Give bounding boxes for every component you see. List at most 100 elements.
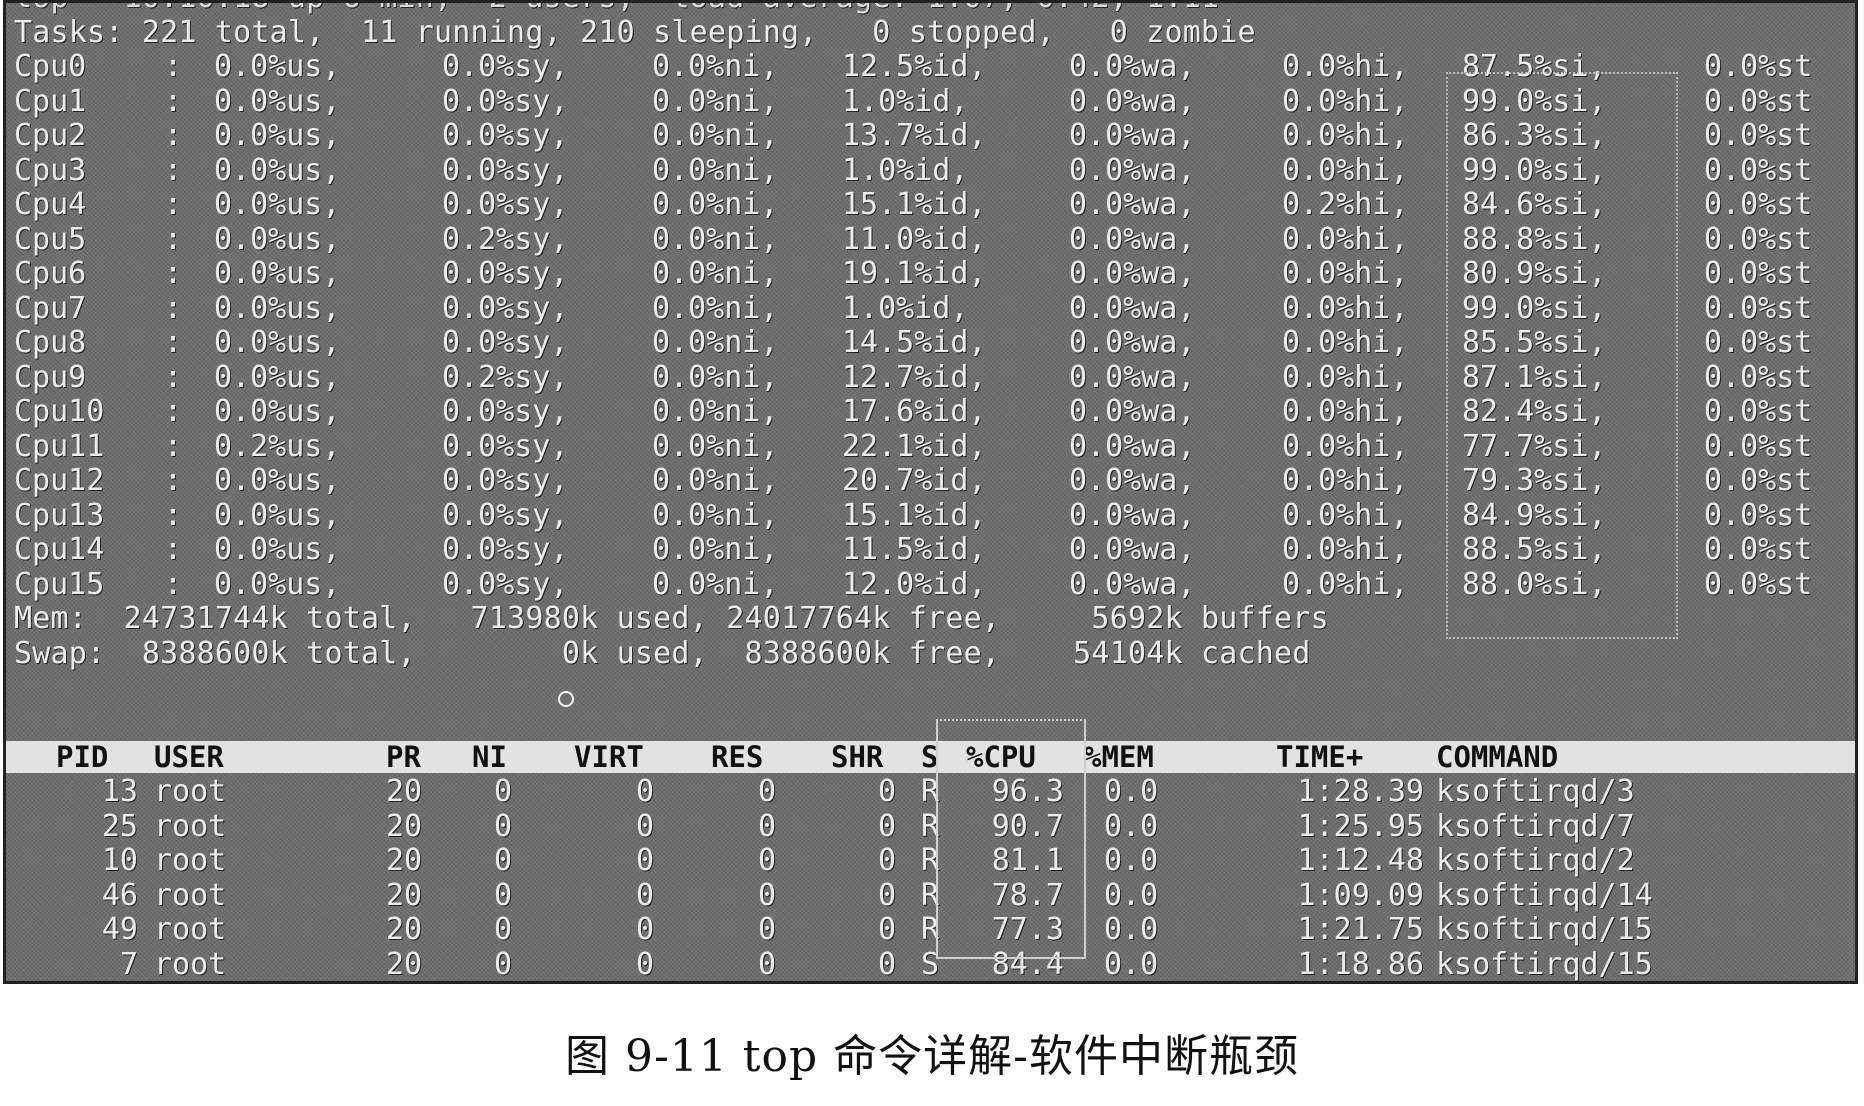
- cpu-wa: 0.0%wa,: [1069, 325, 1196, 360]
- cpu-sy: 0.2%sy,: [442, 221, 569, 257]
- cpu-us: 0.0%us,: [214, 187, 341, 222]
- cpu-wa: 0.0%wa,: [1069, 497, 1196, 533]
- cpu-st: 0.0%st: [1704, 152, 1813, 188]
- cell-pr: 20: [386, 877, 423, 913]
- cpu-st: 0.0%st: [1704, 83, 1813, 119]
- cpu-hi: 0.0%hi,: [1282, 118, 1409, 153]
- cpu-sy: 0.0%sy,: [442, 152, 569, 188]
- circle-mark: [558, 691, 574, 707]
- cpu-row: Cpu12:0.0%us, 0.0%sy, 0.0%ni, 20.7%id, 0.0%w…: [14, 463, 1847, 499]
- cpu-colon: :: [164, 83, 183, 119]
- cpu-ni: 0.0%ni,: [652, 532, 779, 567]
- cpu-sy: 0.0%sy,: [442, 394, 569, 429]
- cpu-colon: :: [164, 221, 183, 257]
- col-mem: %MEM: [1084, 740, 1154, 774]
- mem-line: Mem: 24731744k total, 713980k used, 2401…: [14, 601, 1329, 636]
- cell-mem: 0.0: [1104, 946, 1159, 982]
- cpu-st: 0.0%st: [1704, 394, 1813, 429]
- cell-command: ksoftirqd/2: [1436, 843, 1635, 878]
- cpu-row: Cpu8:0.0%us, 0.0%sy, 0.0%ni, 14.5%id, 0.0%wa…: [14, 325, 1847, 361]
- cell-s: R: [921, 877, 940, 913]
- cpu-wa: 0.0%wa,: [1069, 290, 1196, 326]
- cell-command: ksoftirqd/14: [1436, 877, 1653, 913]
- cpu-wa: 0.0%wa,: [1069, 152, 1196, 188]
- cpu-ni: 0.0%ni,: [652, 221, 779, 257]
- cpu-name: Cpu15: [14, 566, 105, 602]
- cpu-colon: :: [164, 290, 183, 326]
- cpu-hi: 0.0%hi,: [1282, 428, 1409, 464]
- cpu-colon: :: [164, 497, 183, 533]
- cell-user: root: [154, 877, 227, 913]
- cpu-us: 0.0%us,: [214, 221, 341, 257]
- cpu-row: Cpu9:0.0%us, 0.2%sy, 0.0%ni, 12.7%id, 0.0%wa…: [14, 359, 1847, 396]
- cpu-sy: 0.0%sy,: [442, 325, 569, 360]
- swap-line: Swap: 8388600k total, 0k used, 8388600k …: [14, 635, 1311, 671]
- cell-time: 1:09.09: [1297, 877, 1424, 913]
- cpu-sy: 0.0%sy,: [442, 49, 569, 84]
- cpu-name: Cpu7: [14, 290, 87, 326]
- cpu-us: 0.0%us,: [214, 566, 341, 602]
- cpu-name: Cpu12: [14, 463, 105, 498]
- cpu-ni: 0.0%ni,: [652, 394, 779, 429]
- cell-pr: 20: [386, 774, 423, 809]
- cell-res: 0: [758, 774, 777, 809]
- cpu-colon: :: [164, 463, 183, 498]
- cpu-name: Cpu1: [14, 83, 87, 119]
- figure-caption: 图 9-11 top 命令详解-软件中断瓶颈: [564, 1031, 1299, 1082]
- cpu-us: 0.0%us,: [214, 325, 341, 360]
- col-pr: PR: [386, 740, 421, 774]
- cpu-ni: 0.0%ni,: [652, 152, 779, 188]
- cpu-st: 0.0%st: [1704, 290, 1813, 326]
- cpu-row: Cpu2:0.0%us, 0.0%sy, 0.0%ni, 13.7%id, 0.0%wa…: [14, 118, 1847, 154]
- cpu-row: Cpu6:0.0%us, 0.0%sy, 0.0%ni, 19.1%id, 0.0%wa…: [14, 256, 1847, 292]
- cpu-wa: 0.0%wa,: [1069, 256, 1196, 291]
- cell-res: 0: [758, 912, 777, 947]
- cpu-id: 1.0%id,: [842, 152, 969, 188]
- cpu-hi: 0.0%hi,: [1282, 497, 1409, 533]
- cpu-id: 11.5%id,: [842, 532, 987, 567]
- cpu-wa: 0.0%wa,: [1069, 221, 1196, 257]
- cpu-sy: 0.0%sy,: [442, 532, 569, 567]
- cell-s: R: [921, 774, 940, 809]
- cell-ni: 0: [494, 946, 513, 982]
- cpu-colon: :: [164, 428, 183, 464]
- cpu-hi: 0.2%hi,: [1282, 187, 1409, 222]
- cpu-sy: 0.0%sy,: [442, 83, 569, 119]
- cell-pr: 20: [386, 946, 423, 982]
- cpu-st: 0.0%st: [1704, 428, 1813, 464]
- col-ni: NI: [472, 740, 507, 774]
- cell-mem: 0.0: [1104, 808, 1159, 844]
- cpu-sy: 0.2%sy,: [442, 359, 569, 395]
- cell-s: R: [921, 912, 940, 947]
- cpu-name: Cpu8: [14, 325, 87, 360]
- cell-command: ksoftirqd/15: [1436, 912, 1653, 947]
- col-command: COMMAND: [1436, 740, 1559, 774]
- cell-res: 0: [758, 877, 777, 913]
- cpu-hi: 0.0%hi,: [1282, 532, 1409, 567]
- cpu-name: Cpu11: [14, 428, 105, 464]
- cpu-hi: 0.0%hi,: [1282, 221, 1409, 257]
- cell-cpu: 96.3: [991, 774, 1064, 809]
- cpu-si: 88.0%si,: [1462, 566, 1607, 602]
- cpu-us: 0.0%us,: [214, 532, 341, 567]
- cell-time: 1:25.95: [1297, 808, 1424, 844]
- cpu-id: 17.6%id,: [842, 394, 987, 429]
- cpu-si: 77.7%si,: [1462, 428, 1607, 464]
- cpu-sy: 0.0%sy,: [442, 187, 569, 222]
- cell-pr: 20: [386, 843, 423, 878]
- cpu-st: 0.0%st: [1704, 256, 1813, 291]
- cpu-st: 0.0%st: [1704, 463, 1813, 498]
- cpu-name: Cpu3: [14, 152, 87, 188]
- table-row: 46 root 20 0 0 0 0 R 78.7 0.0 1:09.09 ksoftirqd/14: [6, 877, 1855, 914]
- cpu-sy: 0.0%sy,: [442, 428, 569, 464]
- cpu-list: Cpu0:0.0%us, 0.0%sy, 0.0%ni, 12.5%id, 0.0%wa…: [14, 49, 1847, 602]
- cell-pid: 46: [101, 877, 138, 913]
- cpu-hi: 0.0%hi,: [1282, 83, 1409, 119]
- cpu-wa: 0.0%wa,: [1069, 118, 1196, 153]
- cpu-ni: 0.0%ni,: [652, 187, 779, 222]
- cpu-row: Cpu14:0.0%us, 0.0%sy, 0.0%ni, 11.5%id, 0.0%w…: [14, 532, 1847, 568]
- cpu-si: 99.0%si,: [1462, 83, 1607, 119]
- cpu-sy: 0.0%sy,: [442, 497, 569, 533]
- cpu-us: 0.0%us,: [214, 290, 341, 326]
- cpu-si: 87.1%si,: [1462, 359, 1607, 395]
